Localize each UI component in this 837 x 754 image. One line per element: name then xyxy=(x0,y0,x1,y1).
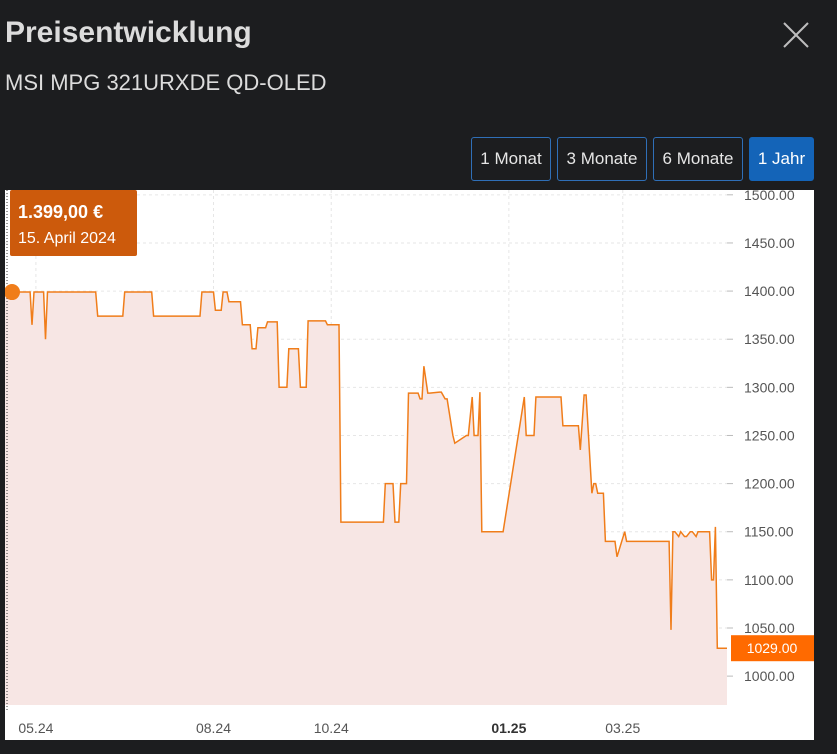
current-price-label: 1029.00 xyxy=(731,635,814,662)
range-1-year-button[interactable]: 1 Jahr xyxy=(749,137,814,181)
x-tick-label: 10.24 xyxy=(314,720,349,736)
current-price-value: 1029.00 xyxy=(747,640,798,656)
y-tick-label: 1150.00 xyxy=(744,524,794,540)
y-tick-label: 1500.00 xyxy=(744,190,795,203)
page-title: Preisentwicklung xyxy=(5,16,252,49)
product-name: MSI MPG 321URXDE QD-OLED xyxy=(5,70,327,95)
y-tick-label: 1400.00 xyxy=(744,283,795,299)
y-tick-label: 1450.00 xyxy=(744,235,795,251)
y-tick-label: 1350.00 xyxy=(744,331,795,347)
range-6-months-button[interactable]: 6 Monate xyxy=(653,137,743,181)
range-1-month-button[interactable]: 1 Monat xyxy=(471,137,551,181)
tooltip-price: 1.399,00 € xyxy=(18,202,103,222)
tooltip: 1.399,00 € 15. April 2024 xyxy=(10,190,137,256)
x-tick-label: 05.24 xyxy=(18,720,53,736)
range-selector: 1 Monat 3 Monate 6 Monate 1 Jahr xyxy=(471,137,814,181)
y-tick-label: 1000.00 xyxy=(744,668,795,684)
range-3-months-button[interactable]: 3 Monate xyxy=(557,137,647,181)
y-tick-label: 1100.00 xyxy=(744,572,794,588)
y-tick-label: 1050.00 xyxy=(744,620,795,636)
x-tick-label: 08.24 xyxy=(196,720,231,736)
y-tick-label: 1250.00 xyxy=(744,427,795,443)
x-tick-label: 01.25 xyxy=(491,720,526,736)
tooltip-date: 15. April 2024 xyxy=(18,230,116,247)
y-tick-label: 1200.00 xyxy=(744,476,795,492)
close-icon[interactable] xyxy=(781,20,811,50)
price-chart[interactable]: 1000.00 1050.00 1100.00 1150.00 1200.00 1250.… xyxy=(5,190,814,740)
x-tick-label: 03.25 xyxy=(605,720,640,736)
y-tick-label: 1300.00 xyxy=(744,379,795,395)
